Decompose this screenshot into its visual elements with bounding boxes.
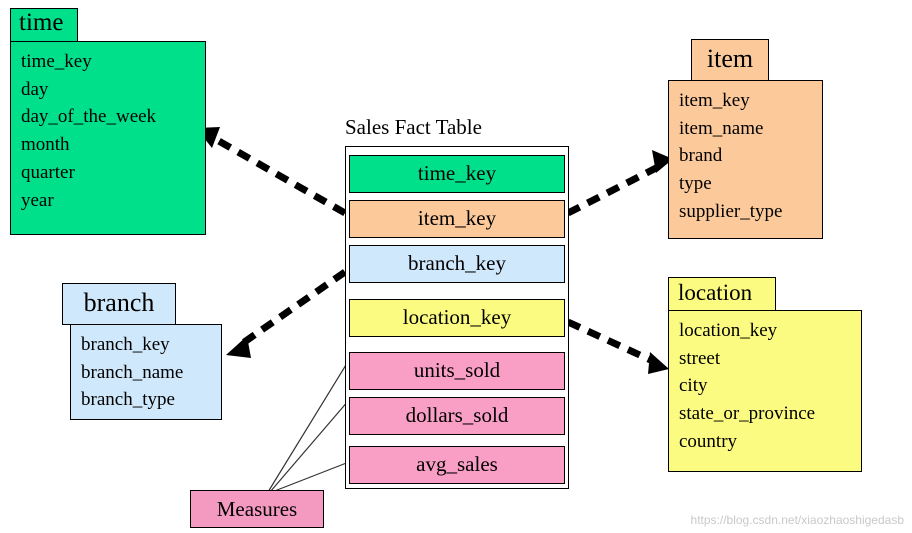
field-country: country [679,430,738,452]
dimension-time-fields: time_key day day_of_the_week month quart… [10,41,206,235]
dimension-time-name: time [19,9,64,36]
dimension-branch-fields: branch_key branch_name branch_type [70,324,222,420]
fact-row-time-key-label: time_key [417,161,497,185]
fact-row-location-key: location_key [349,299,565,337]
dimension-time-tab: time [10,8,78,42]
dimension-location-name: location [678,280,753,305]
field-time-key: time_key [21,51,92,72]
dimension-item-fields: item_key item_name brand type supplier_t… [668,80,823,239]
field-year: year [21,189,54,211]
field-month: month [21,134,70,156]
field-location-key: location_key [679,320,778,341]
fact-table-title: Sales Fact Table [345,115,482,140]
fact-row-dollars-sold: dollars_sold [349,397,565,435]
field-street: street [679,347,721,369]
watermark-text: https://blog.csdn.net/xiaozhaoshigedasb [690,513,904,527]
field-branch-name: branch_name [81,361,184,383]
dimension-branch-tab: branch [62,283,176,325]
fact-row-branch-key: branch_key [349,245,565,283]
field-city: city [679,375,708,397]
dimension-location-fields: location_key street city state_or_provin… [668,310,862,472]
measures-callout: Measures [190,490,324,528]
watermark: https://blog.csdn.net/xiaozhaoshigedasb [691,513,904,527]
field-state-or-province: state_or_province [679,403,816,425]
field-brand: brand [679,145,723,167]
fact-row-branch-key-label: branch_key [408,251,506,275]
fact-row-location-key-label: location_key [402,305,512,329]
fact-row-item-key-label: item_key [417,206,497,230]
fact-row-units-sold: units_sold [349,352,565,390]
field-supplier-type: supplier_type [679,200,783,222]
field-branch-key: branch_key [81,334,170,355]
field-branch-type: branch_type [81,389,175,411]
fact-row-item-key: item_key [349,200,565,238]
fact-row-units-sold-label: units_sold [413,358,501,382]
fact-table-title-text: Sales Fact Table [345,115,482,139]
fact-row-avg-sales-label: avg_sales [416,452,498,476]
dimension-location-tab: location [668,277,776,311]
fact-row-avg-sales: avg_sales [349,446,565,484]
fact-row-time-key: time_key [349,155,565,193]
field-day: day [21,78,49,100]
field-quarter: quarter [21,161,75,183]
diagram-canvas: time time_key day day_of_the_week month … [0,0,912,533]
field-item-key: item_key [679,90,750,111]
measures-callout-label: Measures [216,497,298,521]
dimension-item-tab: item [691,39,769,81]
field-day-of-the-week: day_of_the_week [21,106,157,128]
dimension-branch-name: branch [83,288,155,317]
fact-row-dollars-sold-label: dollars_sold [405,403,509,427]
dimension-item-name: item [706,44,754,73]
field-item-name: item_name [679,117,764,139]
field-type: type [679,173,712,195]
